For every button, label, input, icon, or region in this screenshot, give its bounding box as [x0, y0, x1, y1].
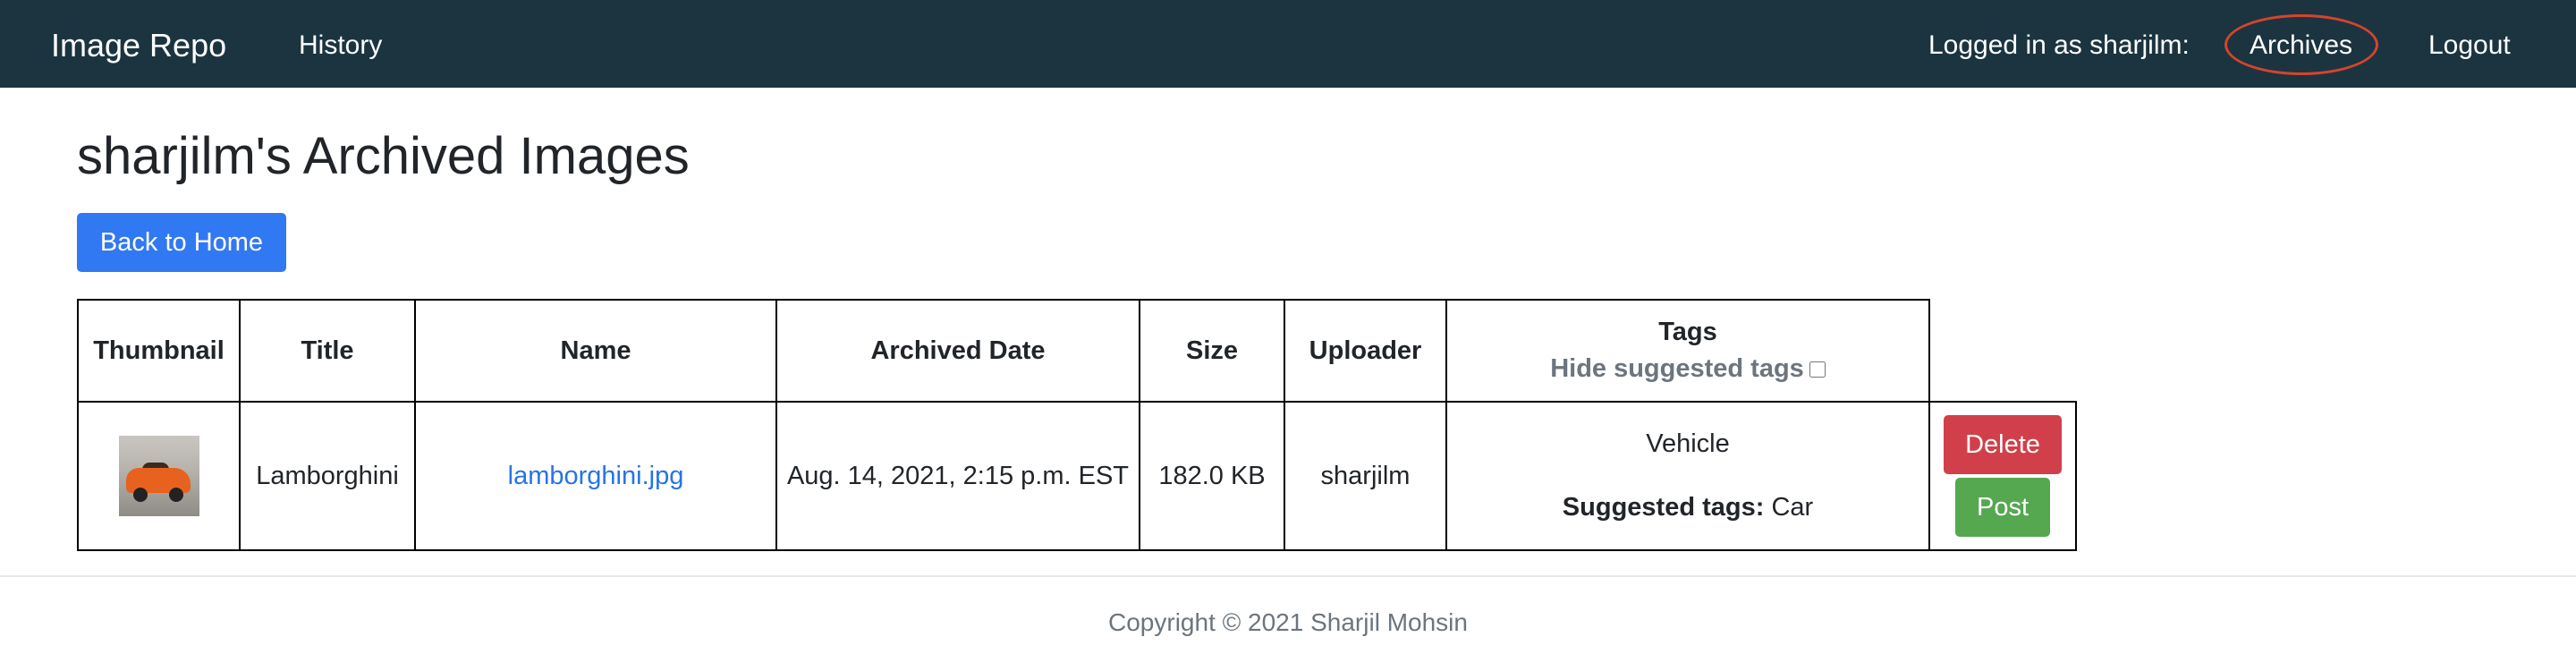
table-row: Lamborghini lamborghini.jpg Aug. 14, 202…: [77, 401, 2077, 551]
header-uploader: Uploader: [1284, 299, 1447, 403]
header-actions: [1929, 300, 2076, 403]
archived-images-table: Thumbnail Title Name Archived Date Size …: [77, 299, 2077, 551]
cell-size: 182.0 KB: [1139, 401, 1285, 551]
top-navbar: Image Repo History Logged in as sharjilm…: [0, 0, 2576, 88]
header-size: Size: [1139, 299, 1285, 403]
back-to-home-button[interactable]: Back to Home: [77, 213, 286, 272]
cell-title: Lamborghini: [239, 401, 416, 551]
header-name: Name: [414, 299, 777, 403]
cell-name: lamborghini.jpg: [414, 401, 777, 551]
nav-archives-link[interactable]: Archives: [2250, 30, 2352, 62]
delete-button[interactable]: Delete: [1944, 415, 2062, 474]
suggested-tags-label: Suggested tags:: [1562, 493, 1765, 522]
header-tags: Tags Hide suggested tags: [1445, 299, 1930, 403]
cell-uploader: sharjilm: [1284, 401, 1447, 551]
tag-vehicle: Vehicle: [1646, 429, 1730, 458]
hide-suggested-tags-checkbox[interactable]: [1809, 361, 1826, 378]
cell-thumbnail: [77, 401, 241, 551]
header-archived-date: Archived Date: [775, 299, 1140, 403]
footer-copyright: Copyright © 2021 Sharjil Mohsin: [1108, 608, 1468, 636]
image-file-link[interactable]: lamborghini.jpg: [508, 462, 684, 490]
logged-in-text: Logged in as sharjilm:: [1928, 30, 2190, 60]
car-thumbnail-image[interactable]: [118, 436, 199, 516]
header-title: Title: [239, 299, 416, 403]
cell-tags: Vehicle Suggested tags: Car: [1445, 401, 1930, 551]
cell-archived-date: Aug. 14, 2021, 2:15 p.m. EST: [775, 401, 1140, 551]
suggested-tags: Suggested tags: Car: [1563, 493, 1813, 522]
tags-header-label: Tags: [1658, 318, 1717, 346]
footer-divider: [0, 575, 2576, 577]
brand-link[interactable]: Image Repo: [51, 26, 226, 65]
post-button[interactable]: Post: [1955, 478, 2050, 537]
header-thumbnail: Thumbnail: [77, 299, 241, 403]
nav-logout-link[interactable]: Logout: [2428, 30, 2511, 62]
nav-history-link[interactable]: History: [299, 30, 382, 62]
suggested-tag-value: Car: [1771, 493, 1814, 522]
table-header-row: Thumbnail Title Name Archived Date Size …: [77, 299, 2076, 403]
hide-suggested-tags-toggle[interactable]: Hide suggested tags: [1550, 354, 1826, 384]
hide-suggested-tags-label: Hide suggested tags: [1550, 354, 1804, 383]
page-title: sharjilm's Archived Images: [77, 127, 690, 185]
cell-actions: Delete Post: [1928, 401, 2077, 551]
